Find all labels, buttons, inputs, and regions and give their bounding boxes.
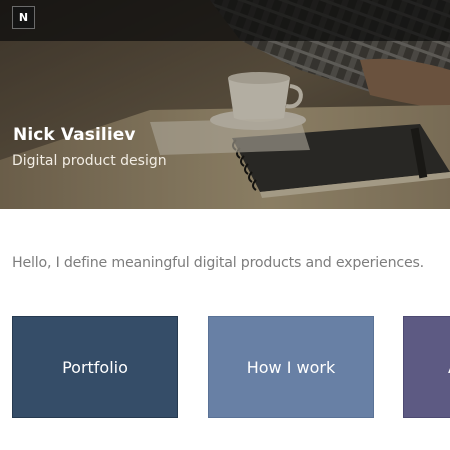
page: N Nick Vasiliev Digital product design H… <box>0 0 450 450</box>
top-bar: N <box>0 0 450 41</box>
portfolio-card-label: Portfolio <box>62 357 128 377</box>
portfolio-card[interactable]: Portfolio <box>12 316 178 418</box>
how-i-work-card-label: How I work <box>246 357 336 377</box>
hero-tagline: Digital product design <box>12 153 167 169</box>
hero-banner: N Nick Vasiliev Digital product design <box>0 0 450 209</box>
third-card[interactable]: A <box>403 316 450 418</box>
how-i-work-card[interactable]: How I work <box>208 316 374 418</box>
hero-name: Nick Vasiliev <box>13 125 136 145</box>
logo-button[interactable]: N <box>12 6 35 29</box>
intro-text: Hello, I define meaningful digital produ… <box>12 255 424 271</box>
